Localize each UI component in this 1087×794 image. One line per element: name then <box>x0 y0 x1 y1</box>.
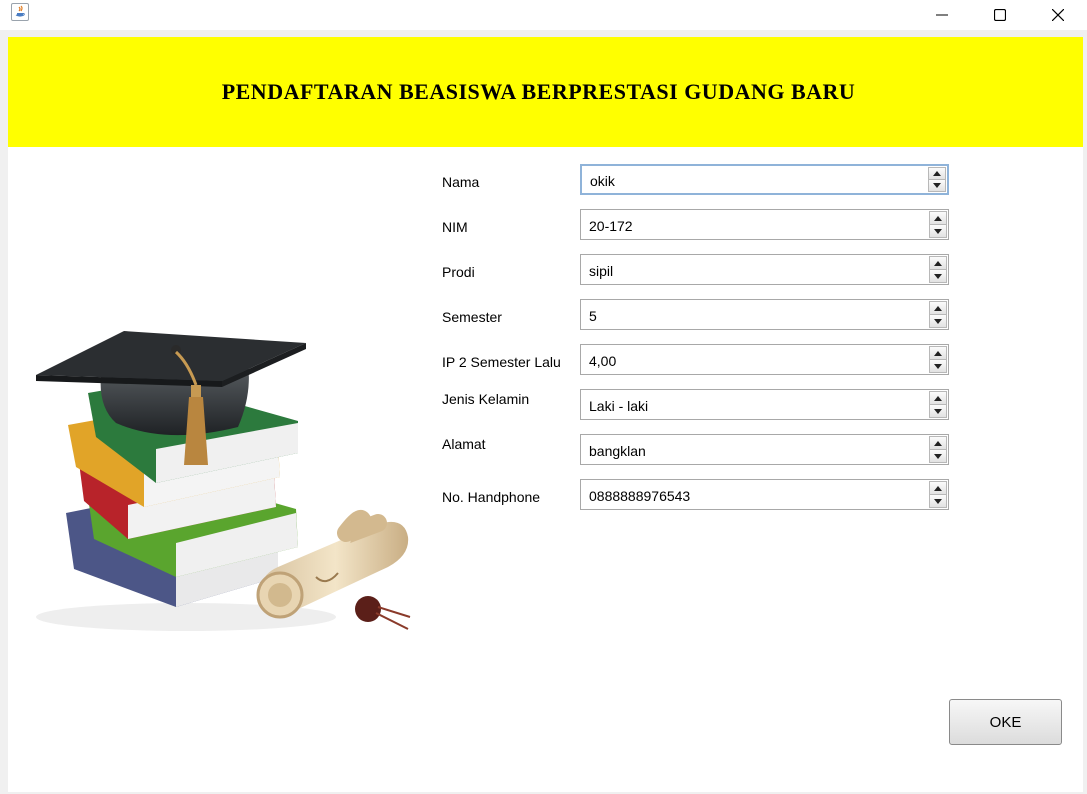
java-icon <box>11 3 29 21</box>
label-nama: Nama <box>442 174 480 190</box>
maximize-button[interactable] <box>971 0 1029 30</box>
prodi-value[interactable]: sipil <box>589 255 613 284</box>
semester-spinner[interactable]: 5 <box>580 299 949 330</box>
content-panel: PENDAFTARAN BEASISWA BERPRESTASI GUDANG … <box>8 37 1083 792</box>
spin-down-icon[interactable] <box>929 225 947 238</box>
semester-value[interactable]: 5 <box>589 300 597 329</box>
spin-up-icon[interactable] <box>929 436 947 450</box>
prodi-spinner[interactable]: sipil <box>580 254 949 285</box>
ip-spinner[interactable]: 4,00 <box>580 344 949 375</box>
alamat-spinner[interactable]: bangklan <box>580 434 949 465</box>
nim-spinner[interactable]: 20-172 <box>580 209 949 240</box>
no-handphone-value[interactable]: 0888888976543 <box>589 480 690 509</box>
jenis-kelamin-spinner[interactable]: Laki - laki <box>580 389 949 420</box>
spin-up-icon[interactable] <box>929 391 947 405</box>
minimize-icon <box>936 14 948 16</box>
close-button[interactable] <box>1029 0 1087 30</box>
label-no-handphone: No. Handphone <box>442 489 541 505</box>
graduation-books-illustration <box>16 277 418 649</box>
maximize-icon <box>994 9 1006 21</box>
ip-value[interactable]: 4,00 <box>589 345 616 374</box>
alamat-value[interactable]: bangklan <box>589 435 646 464</box>
spin-up-icon[interactable] <box>929 301 947 315</box>
spin-up-icon[interactable] <box>928 167 946 180</box>
spin-up-icon[interactable] <box>929 256 947 270</box>
spin-up-icon[interactable] <box>929 211 947 225</box>
title-bar <box>0 0 1087 30</box>
spin-down-icon[interactable] <box>929 360 947 373</box>
jenis-kelamin-value[interactable]: Laki - laki <box>589 390 648 419</box>
header-banner: PENDAFTARAN BEASISWA BERPRESTASI GUDANG … <box>8 37 1083 147</box>
no-handphone-spinner[interactable]: 0888888976543 <box>580 479 949 510</box>
label-jenis-kelamin: Jenis Kelamin <box>442 391 530 407</box>
label-ip: IP 2 Semester Lalu <box>442 354 561 370</box>
nim-value[interactable]: 20-172 <box>589 210 633 239</box>
label-nim: NIM <box>442 219 468 235</box>
close-icon <box>1052 9 1064 21</box>
nama-value[interactable]: okik <box>590 166 615 193</box>
minimize-button[interactable] <box>913 0 971 30</box>
spin-up-icon[interactable] <box>929 481 947 495</box>
label-semester: Semester <box>442 309 502 325</box>
spin-up-icon[interactable] <box>929 346 947 360</box>
spin-down-icon[interactable] <box>929 315 947 328</box>
label-alamat: Alamat <box>442 436 486 452</box>
nama-spinner[interactable]: okik <box>580 164 949 195</box>
label-prodi: Prodi <box>442 264 475 280</box>
spin-down-icon[interactable] <box>929 270 947 283</box>
spin-down-icon[interactable] <box>929 405 947 418</box>
spin-down-icon[interactable] <box>928 180 946 192</box>
ok-button[interactable]: OKE <box>949 699 1062 745</box>
spin-down-icon[interactable] <box>929 450 947 463</box>
spin-down-icon[interactable] <box>929 495 947 508</box>
page-title: PENDAFTARAN BEASISWA BERPRESTASI GUDANG … <box>221 79 856 104</box>
